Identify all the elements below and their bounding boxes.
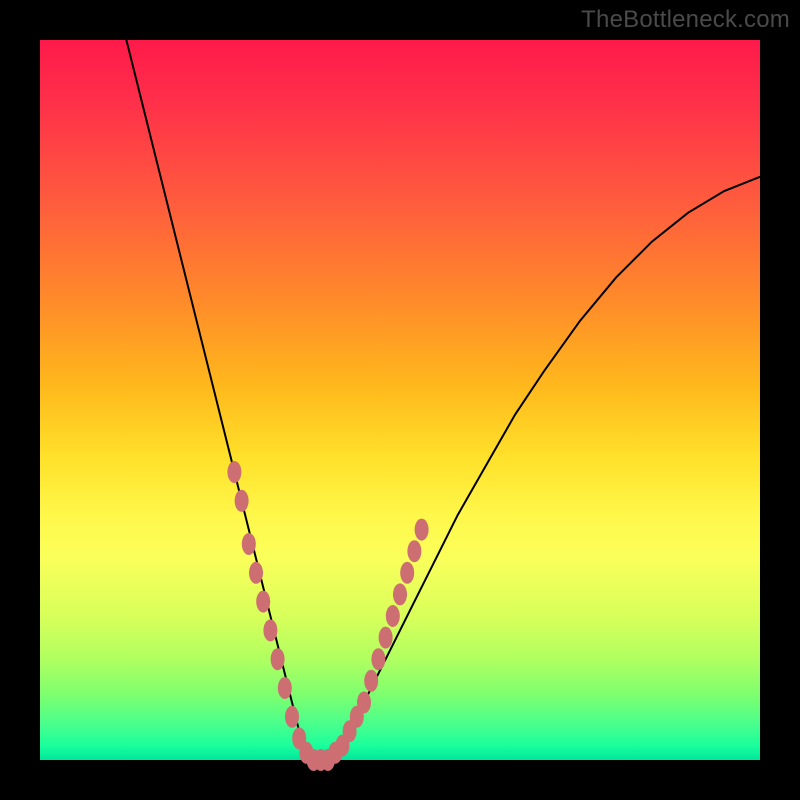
- curve-marker: [364, 670, 378, 692]
- curve-marker: [386, 605, 400, 627]
- watermark-text: TheBottleneck.com: [581, 6, 790, 34]
- curve-marker: [407, 540, 421, 562]
- curve-marker: [242, 533, 256, 555]
- curve-marker: [256, 591, 270, 613]
- curve-marker: [285, 706, 299, 728]
- curve-marker: [379, 627, 393, 649]
- curve-marker: [235, 490, 249, 512]
- curve-marker: [271, 648, 285, 670]
- curve-marker: [357, 691, 371, 713]
- curve-marker: [227, 461, 241, 483]
- chart-frame: TheBottleneck.com: [0, 0, 800, 800]
- curve-svg: [40, 40, 760, 760]
- curve-marker: [371, 648, 385, 670]
- curve-marker: [400, 562, 414, 584]
- curve-marker: [415, 519, 429, 541]
- plot-area: [40, 40, 760, 760]
- bottleneck-curve: [126, 40, 760, 760]
- curve-marker: [393, 583, 407, 605]
- marker-group: [227, 461, 428, 771]
- curve-marker: [278, 677, 292, 699]
- curve-marker: [249, 562, 263, 584]
- curve-marker: [263, 619, 277, 641]
